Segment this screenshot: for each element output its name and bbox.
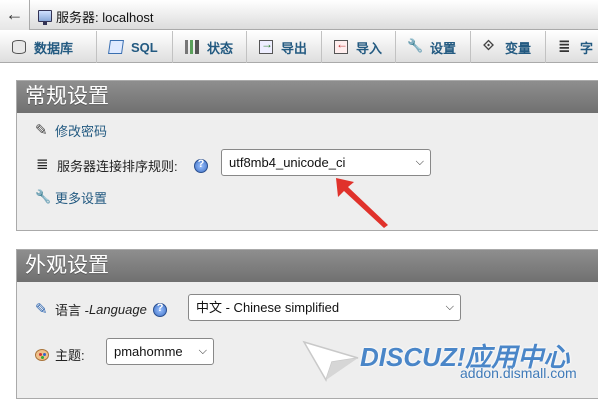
- breadcrumb[interactable]: 服务器: localhost: [38, 7, 154, 25]
- tab-label: 数据库: [34, 40, 74, 56]
- settings-icon: [407, 38, 423, 54]
- charset-icon: [558, 37, 572, 55]
- chevron-down-icon: ⌵: [198, 345, 207, 357]
- tab-settings[interactable]: 设置: [396, 31, 471, 63]
- breadcrumb-server[interactable]: 服务器: localhost: [56, 7, 154, 26]
- edit-password-icon: [35, 121, 51, 139]
- theme-label: 主题:: [55, 348, 85, 363]
- import-icon: [334, 37, 348, 54]
- tab-label: 状态: [207, 40, 234, 56]
- collation-label: 服务器连接排序规则:: [57, 159, 178, 174]
- theme-value: pmahomme: [114, 344, 183, 359]
- tab-databases[interactable]: 数据库: [0, 31, 97, 63]
- theme-select[interactable]: pmahomme ⌵: [106, 338, 214, 365]
- language-value: 中文 - Chinese simplified: [196, 300, 340, 315]
- tab-variables[interactable]: 变量: [471, 31, 546, 63]
- change-password-link[interactable]: 修改密码: [55, 121, 107, 140]
- chevron-down-icon: ⌵: [415, 156, 424, 168]
- collation-value: utf8mb4_unicode_ci: [229, 155, 346, 170]
- change-password-row[interactable]: 修改密码: [35, 121, 107, 140]
- language-label-en: Language: [88, 302, 147, 317]
- more-settings-link[interactable]: 更多设置: [55, 188, 107, 207]
- main-tabs: 数据库 SQL 状态 导出 导入 设置 变量 字: [0, 31, 598, 63]
- top-bar: ← 服务器: localhost: [0, 0, 598, 30]
- watermark-sub: addon.dismall.com: [460, 365, 577, 381]
- sql-icon: [108, 40, 124, 54]
- palette-icon: [35, 348, 49, 361]
- variables-icon: [483, 37, 497, 54]
- help-icon[interactable]: [193, 158, 208, 173]
- chevron-down-icon: ⌵: [445, 301, 454, 313]
- tab-label: 导出: [281, 40, 308, 56]
- list-icon: [35, 155, 51, 174]
- language-row: 语言 - Language: [35, 300, 171, 319]
- appearance-settings-title: 外观设置: [17, 250, 598, 282]
- language-label: 语言 -: [55, 303, 89, 318]
- tab-label: 导入: [356, 40, 383, 56]
- tab-charset[interactable]: 字: [546, 31, 598, 63]
- tab-label: 设置: [430, 40, 457, 56]
- language-icon: [35, 300, 51, 318]
- tab-label: 字: [580, 40, 594, 56]
- tab-import[interactable]: 导入: [322, 31, 396, 63]
- tab-export[interactable]: 导出: [247, 31, 322, 63]
- server-icon: [38, 10, 52, 25]
- general-settings-panel: 常规设置 修改密码 服务器连接排序规则: utf8mb4_unicode_ci …: [16, 80, 598, 231]
- back-arrow-icon[interactable]: ←: [0, 0, 30, 30]
- tab-label: 变量: [505, 40, 532, 56]
- tab-label: SQL: [131, 39, 158, 55]
- theme-row: 主题:: [35, 345, 85, 364]
- wrench-icon: [35, 189, 51, 206]
- tab-sql[interactable]: SQL: [97, 31, 173, 63]
- general-settings-title: 常规设置: [17, 81, 598, 113]
- help-icon[interactable]: [152, 302, 167, 317]
- language-select[interactable]: 中文 - Chinese simplified ⌵: [188, 294, 461, 321]
- red-arrow-annotation: [336, 178, 388, 228]
- collation-select[interactable]: utf8mb4_unicode_ci ⌵: [221, 149, 431, 176]
- status-icon: [185, 40, 199, 54]
- discuz-logo-icon: [302, 340, 359, 382]
- collation-row: 服务器连接排序规则:: [35, 155, 212, 175]
- database-icon: [12, 40, 26, 54]
- export-icon: [259, 37, 273, 54]
- more-settings-row[interactable]: 更多设置: [35, 188, 107, 207]
- tab-status[interactable]: 状态: [173, 31, 247, 63]
